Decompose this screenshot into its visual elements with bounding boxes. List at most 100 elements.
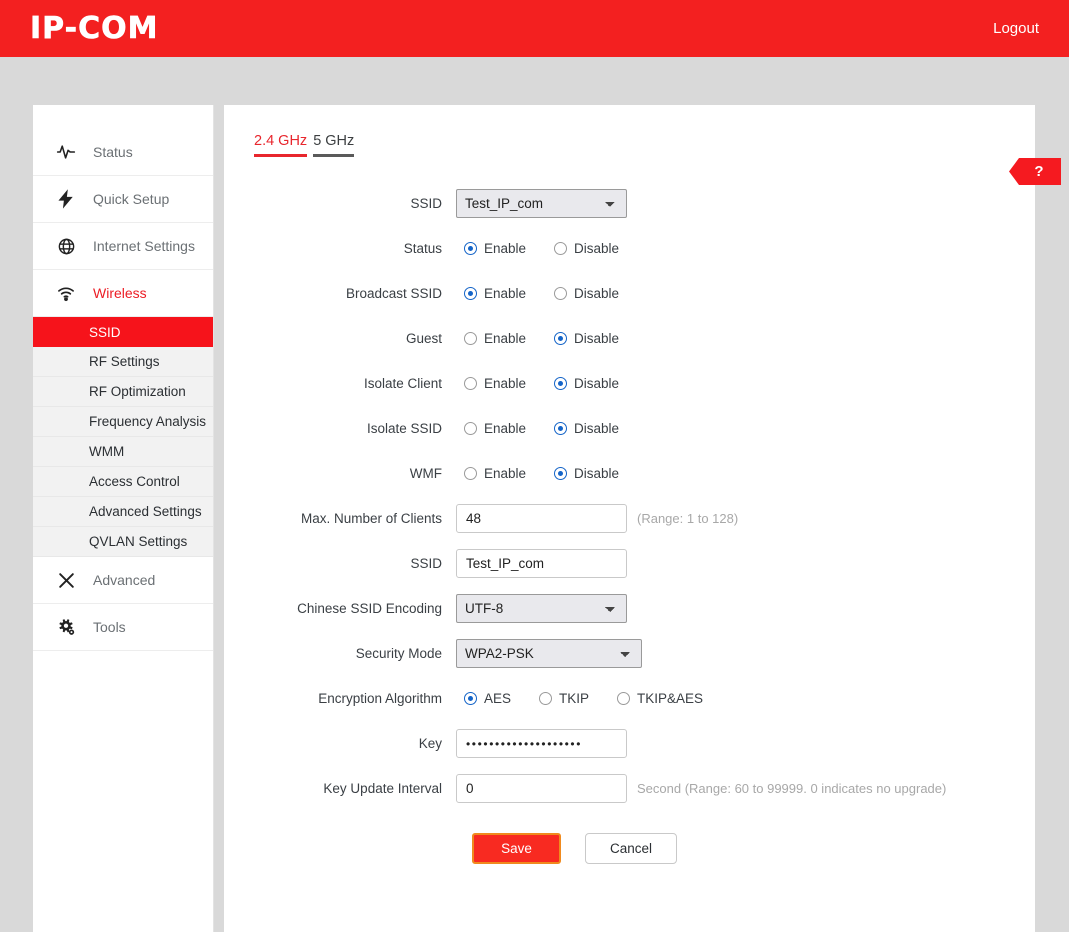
sub-item-label: RF Optimization	[89, 384, 186, 399]
security-mode-control: WPA2-PSK	[456, 639, 642, 668]
radio-dot-icon	[554, 242, 568, 255]
sub-item-label: SSID	[89, 324, 121, 340]
max-clients-input[interactable]	[456, 504, 627, 533]
broadcast-disable-radio[interactable]: Disable	[554, 286, 619, 301]
encoding-label: Chinese SSID Encoding	[297, 601, 442, 616]
row-ssid-select: SSID Test_IP_com	[224, 181, 1035, 226]
encryption-tkip-aes-radio[interactable]: TKIP&AES	[617, 691, 703, 706]
radio-label: Enable	[484, 466, 527, 481]
isolate-ssid-disable-radio[interactable]: Disable	[554, 421, 619, 436]
form-actions: Save Cancel	[224, 833, 1035, 864]
radio-label: Disable	[574, 421, 620, 436]
radio-label: TKIP	[559, 691, 590, 706]
sidebar-item-label: Internet Settings	[93, 238, 195, 254]
row-max-clients: Max. Number of Clients (Range: 1 to 128)	[224, 496, 1035, 541]
sidebar-item-wmm[interactable]: WMM	[33, 437, 213, 467]
row-key: Key	[224, 721, 1035, 766]
isolate-ssid-radio-group: Enable Disable	[464, 421, 647, 436]
encoding-select[interactable]: UTF-8	[456, 594, 627, 623]
sub-item-label: Access Control	[89, 474, 180, 489]
pulse-icon	[55, 141, 77, 163]
status-enable-radio[interactable]: Enable	[464, 241, 526, 256]
radio-dot-icon	[539, 692, 553, 705]
broadcast-enable-radio[interactable]: Enable	[464, 286, 526, 301]
row-ssid-text: SSID	[224, 541, 1035, 586]
sidebar-item-wireless[interactable]: Wireless	[33, 270, 213, 317]
radio-label: Enable	[484, 421, 527, 436]
key-update-interval-control: Second (Range: 60 to 99999. 0 indicates …	[456, 774, 946, 803]
encryption-tkip-radio[interactable]: TKIP	[539, 691, 589, 706]
ssid-select-label: SSID	[410, 196, 442, 211]
cancel-button[interactable]: Cancel	[585, 833, 677, 864]
ssid-text-control	[456, 549, 627, 578]
wmf-disable-radio[interactable]: Disable	[554, 466, 619, 481]
status-disable-radio[interactable]: Disable	[554, 241, 619, 256]
security-mode-label: Security Mode	[355, 646, 442, 661]
wmf-label: WMF	[409, 466, 442, 481]
sidebar-item-internet-settings[interactable]: Internet Settings	[33, 223, 213, 270]
sidebar-item-label: Wireless	[93, 285, 147, 301]
sub-item-label: Advanced Settings	[89, 504, 202, 519]
sub-item-label: Frequency Analysis	[89, 414, 207, 429]
sidebar-item-label: Quick Setup	[93, 191, 170, 207]
sidebar-item-advanced[interactable]: Advanced	[33, 557, 213, 604]
sidebar-item-access-control[interactable]: Access Control	[33, 467, 213, 497]
sidebar-item-rf-optimization[interactable]: RF Optimization	[33, 377, 213, 407]
wmf-enable-radio[interactable]: Enable	[464, 466, 526, 481]
security-mode-select[interactable]: WPA2-PSK	[456, 639, 642, 668]
isolate-client-enable-radio[interactable]: Enable	[464, 376, 526, 391]
isolate-ssid-label: Isolate SSID	[366, 421, 442, 436]
key-update-interval-hint: Second (Range: 60 to 99999. 0 indicates …	[637, 781, 947, 796]
tab-5ghz[interactable]: 5 GHz	[313, 133, 355, 157]
radio-dot-icon	[464, 242, 477, 255]
radio-dot-icon	[464, 377, 477, 390]
radio-label: Enable	[484, 376, 527, 391]
radio-label: Disable	[574, 286, 620, 301]
radio-label: Disable	[574, 331, 620, 346]
radio-dot-icon	[617, 692, 631, 705]
encryption-aes-radio[interactable]: AES	[464, 691, 511, 706]
row-isolate-client: Isolate Client Enable Disable	[224, 361, 1035, 406]
key-control	[456, 729, 627, 758]
gears-icon	[55, 616, 77, 638]
encryption-radio-group: AES TKIP TKIP&AES	[464, 691, 731, 706]
tab-2-4ghz[interactable]: 2.4 GHz	[254, 133, 308, 157]
radio-label: Disable	[574, 466, 620, 481]
isolate-client-disable-radio[interactable]: Disable	[554, 376, 619, 391]
status-label: Status	[403, 241, 442, 256]
row-isolate-ssid: Isolate SSID Enable Disable	[224, 406, 1035, 451]
key-input[interactable]	[456, 729, 627, 758]
radio-label: AES	[484, 691, 512, 706]
sidebar-item-rf-settings[interactable]: RF Settings	[33, 347, 213, 377]
app-header: IP-COM Logout	[0, 0, 1069, 57]
guest-disable-radio[interactable]: Disable	[554, 331, 619, 346]
isolate-ssid-enable-radio[interactable]: Enable	[464, 421, 526, 436]
save-button[interactable]: Save	[472, 833, 561, 864]
radio-dot-icon	[464, 332, 477, 345]
sidebar-item-status[interactable]: Status	[33, 129, 213, 176]
logout-button[interactable]: Logout	[993, 20, 1039, 37]
row-security-mode: Security Mode WPA2-PSK	[224, 631, 1035, 676]
radio-dot-icon	[554, 467, 568, 480]
sidebar-item-advanced-settings[interactable]: Advanced Settings	[33, 497, 213, 527]
ssid-select-control: Test_IP_com	[456, 189, 627, 218]
max-clients-control: (Range: 1 to 128)	[456, 504, 738, 533]
sidebar-item-ssid[interactable]: SSID	[33, 317, 213, 347]
row-encryption: Encryption Algorithm AES TKIP TKIP&AES	[224, 676, 1035, 721]
key-update-interval-input[interactable]	[456, 774, 627, 803]
sidebar-item-quick-setup[interactable]: Quick Setup	[33, 176, 213, 223]
radio-dot-icon	[554, 377, 568, 390]
radio-label: Enable	[484, 331, 527, 346]
wifi-icon	[55, 282, 77, 304]
sidebar-item-frequency-analysis[interactable]: Frequency Analysis	[33, 407, 213, 437]
globe-icon	[55, 235, 77, 257]
guest-enable-radio[interactable]: Enable	[464, 331, 526, 346]
sidebar-item-tools[interactable]: Tools	[33, 604, 213, 651]
band-tabs: 2.4 GHz 5 GHz	[254, 133, 355, 157]
radio-dot-icon	[554, 332, 568, 345]
sidebar-item-qvlan-settings[interactable]: QVLAN Settings	[33, 527, 213, 557]
radio-dot-icon	[464, 467, 477, 480]
ssid-select[interactable]: Test_IP_com	[456, 189, 627, 218]
ssid-input[interactable]	[456, 549, 627, 578]
